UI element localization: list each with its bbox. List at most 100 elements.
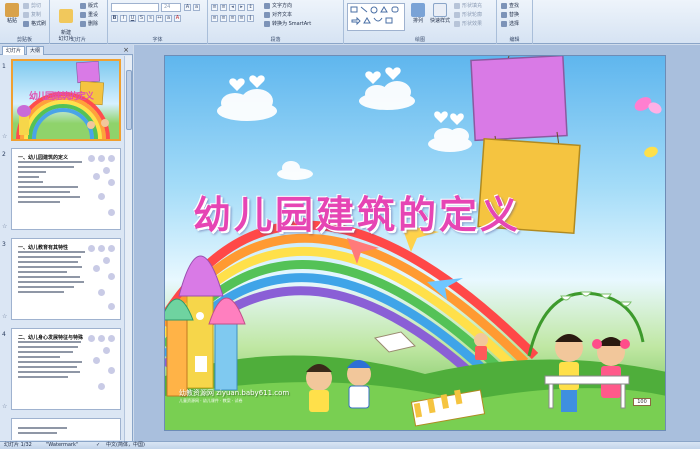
animation-icon: ☆ [2,313,8,320]
purple-sign [470,56,568,142]
align-text-button[interactable]: 对齐文本 [264,11,292,19]
font-style-row: B I U S s ↔ a A [111,15,181,23]
strikethrough-icon[interactable]: S [138,15,145,22]
decrease-indent-icon[interactable]: ◂ [229,4,236,11]
new-slide-button[interactable]: 新建 幻灯片 [54,2,78,42]
font-size-field[interactable]: 24 [161,3,181,12]
thumbnail-text-lines [18,341,88,381]
quick-styles-button[interactable]: 快速样式 [430,2,450,32]
shape-outline-button[interactable]: 形状轮廓 [454,11,482,19]
slide-thumbnail-3[interactable]: 一、幼儿教育有其特性 [11,238,121,320]
shape-fill-button[interactable]: 形状填充 [454,2,482,10]
animation-icon: ☆ [2,223,8,230]
kid-figure [474,333,488,360]
slide-canvas[interactable]: 幼儿园建筑的定义 幼教资源网 ziyuan.baby611.com 儿童资源网 … [164,55,666,431]
bench [544,375,630,385]
thumbnail-text-lines [18,251,88,296]
slide-thumbnail-1[interactable]: 幼儿园建筑的定义 [11,59,121,141]
increase-indent-icon[interactable]: ▸ [238,4,245,11]
drawing-group: 排列 快速样式 形状填充 形状轮廓 形状效果 绘图 [344,0,497,44]
paste-button[interactable]: 粘贴 [2,2,22,32]
book-icon [374,331,416,353]
replace-button[interactable]: 替换 [501,11,519,19]
clipboard-group: 粘贴 剪切 复制 格式刷 剪贴板 [0,0,50,44]
group-label-slides: 幻灯片 [70,37,86,43]
close-pane-icon[interactable]: × [122,46,130,54]
slide-thumbnail-5[interactable] [11,418,121,440]
italic-icon[interactable]: I [120,15,127,22]
font-color-icon[interactable]: A [174,15,181,22]
select-button[interactable]: 选择 [501,20,519,28]
numbering-icon[interactable]: ≡ [220,4,227,11]
slide-index-status: 幻灯片 1/32 [4,442,32,448]
watermark-subtext: 儿童资源网 · 幼儿课件 · 教案 · 试卷 [179,398,243,403]
tab-slides[interactable]: 幻灯片 [2,46,26,55]
theme-status: "Watermark" [46,442,79,448]
change-case-icon[interactable]: a [165,15,172,22]
find-button[interactable]: 查找 [501,2,519,10]
font-name-field[interactable] [111,3,159,12]
thumb-number: 4 [2,331,6,338]
slide-thumbnail-4[interactable]: 二、幼儿身心发展特征与特殊 [11,328,121,410]
copy-button[interactable]: 复制 [23,11,41,19]
bold-icon[interactable]: B [111,15,118,22]
watermark-text: 幼教资源网 ziyuan.baby611.com [179,389,290,397]
font-grow-shrink: A a [184,4,200,12]
format-painter-button[interactable]: 格式刷 [23,20,46,28]
text-direction-button[interactable]: 文字方向 [264,2,292,10]
status-bar: 幻灯片 1/32 "Watermark" ✓ 中文(简体，中国) [0,441,700,449]
language-status[interactable]: 中文(简体，中国) [106,442,145,449]
tab-outline[interactable]: 大纲 [26,46,45,55]
char-spacing-icon[interactable]: ↔ [156,15,163,22]
cloud-icon [217,81,472,180]
shadow-icon[interactable]: s [147,15,154,22]
thumbnail-decoration [86,333,118,407]
columns-icon[interactable]: ∥ [247,15,254,22]
grow-font-icon[interactable]: A [184,4,191,11]
pane-scrollbar[interactable] [124,56,132,441]
cut-button[interactable]: 剪切 [23,2,41,10]
thumb-number: 1 [2,63,6,70]
group-label-editing: 编辑 [509,37,520,43]
slide-edit-area: 幼儿园建筑的定义 幼教资源网 ziyuan.baby611.com 儿童资源网 … [134,45,700,441]
convert-smartart-button[interactable]: 转换为 SmartArt [264,20,311,28]
shapes-gallery[interactable] [347,3,405,31]
thumb-number: 3 [2,241,6,248]
butterfly-icon [634,97,662,158]
new-slide-icon [59,9,73,23]
align-row: ≡ ≡ ≡ ≡ ∥ [211,15,254,23]
layout-button[interactable]: 版式 [80,2,98,10]
underline-icon[interactable]: U [129,15,136,22]
thumbnail-background: 幼儿园建筑的定义 [13,61,119,139]
spellcheck-icon[interactable]: ✓ [96,442,100,449]
group-label-drawing: 绘图 [414,37,425,43]
align-right-icon[interactable]: ≡ [229,15,236,22]
thumbnail-title: 一、幼儿教育有其特性 [18,245,69,251]
slides-group: 新建 幻灯片 版式 重设 删除 幻灯片 [50,0,108,44]
font-group: 24 A a B I U S s ↔ a A 字体 [108,0,208,44]
justify-icon[interactable]: ≡ [238,15,245,22]
paragraph-group: ≡ ≡ ◂ ▸ ↕ ≡ ≡ ≡ ≡ ∥ 文字方向 对齐文本 转换为 SmartA… [208,0,344,44]
reset-button[interactable]: 重设 [80,11,98,19]
scrollbar-thumb[interactable] [126,70,132,130]
group-label-paragraph: 段落 [270,37,281,43]
animation-icon: ☆ [2,133,8,140]
list-row: ≡ ≡ ◂ ▸ ↕ [211,4,254,12]
align-center-icon[interactable]: ≡ [220,15,227,22]
slide-thumbnail-2[interactable]: 一、幼儿园建筑的定义 [11,148,121,230]
slides-pane: 幻灯片 大纲 × 1 ☆ 幼儿园建筑的定义 2 ☆ 一、幼儿园建筑的定义 3 ☆… [0,45,133,441]
slide-title[interactable]: 幼儿园建筑的定义 [193,184,521,239]
quick-styles-icon [433,3,447,17]
align-left-icon[interactable]: ≡ [211,15,218,22]
castle [165,255,246,397]
delete-slide-button[interactable]: 删除 [80,20,98,28]
bullets-icon[interactable]: ≡ [211,4,218,11]
shrink-font-icon[interactable]: a [193,4,200,11]
shape-effects-button[interactable]: 形状效果 [454,20,482,28]
line-spacing-icon[interactable]: ↕ [247,4,254,11]
thumbnail-decoration [86,153,118,227]
pane-tabs: 幻灯片 大纲 × [0,45,133,55]
arrange-button[interactable]: 排列 [408,2,428,32]
slide-artwork [165,56,665,430]
thumb-number: 2 [2,151,6,158]
